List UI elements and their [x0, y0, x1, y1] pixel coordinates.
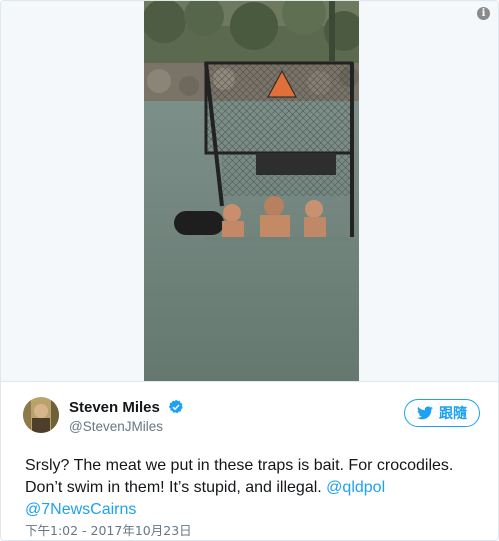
- tweet-media[interactable]: i: [1, 1, 498, 382]
- follow-label: 跟隨: [439, 405, 467, 421]
- verified-badge-icon: [168, 399, 183, 414]
- tweet-header: Steven Miles @StevenJMiles 跟隨: [1, 382, 498, 442]
- tweet-text-main: Srsly? The meat we put in these traps is…: [25, 457, 454, 496]
- tweet-timestamp[interactable]: 下午1:02 - 2017年10月23日: [25, 520, 192, 539]
- tweet-text: Srsly? The meat we put in these traps is…: [25, 455, 485, 521]
- mention-link-qldpol[interactable]: @qldpol: [326, 479, 385, 496]
- twitter-bird-icon: [417, 406, 433, 420]
- author-handle[interactable]: @StevenJMiles: [69, 419, 163, 434]
- mention-link-7newscairns[interactable]: @7NewsCairns: [25, 501, 136, 518]
- tweet-card: i Steven Miles @StevenJMiles 跟隨 Srsly? T…: [0, 0, 499, 541]
- follow-button[interactable]: 跟隨: [404, 399, 480, 427]
- info-icon[interactable]: i: [477, 7, 490, 20]
- author-name[interactable]: Steven Miles: [69, 399, 160, 416]
- crocodile-trap-photo[interactable]: [144, 1, 359, 381]
- avatar[interactable]: [23, 397, 59, 433]
